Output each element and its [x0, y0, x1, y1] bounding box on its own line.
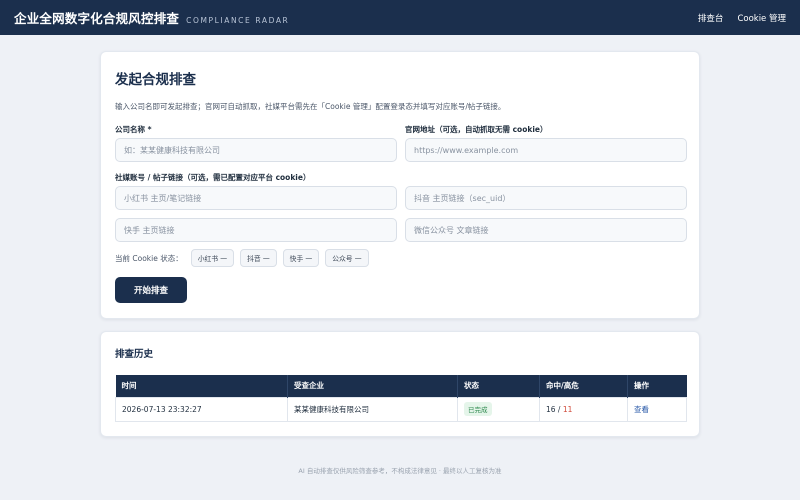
cookie-status-row: 当前 Cookie 状态： 小红书 一 抖音 一 快手 一 公众号 一 [115, 249, 369, 267]
wechat-article-input[interactable]: 微信公众号 文章链接 [405, 218, 687, 242]
row-status-cell: 已完成 [457, 396, 540, 422]
row-action-cell: 查看 [627, 396, 687, 422]
company-name-input[interactable]: 如：某某健康科技有限公司 [115, 138, 397, 162]
cookie-chip-kuaishou: 快手 一 [282, 249, 320, 267]
history-header-row: 时间 受查企业 状态 命中/高危 操作 [115, 375, 687, 397]
table-row: 2026-07-13 23:32:27 某某健康科技有限公司 已完成 16 / … [115, 396, 687, 422]
website-input[interactable]: https://www.example.com [405, 138, 687, 162]
audit-form-card: 发起合规排查 输入公司名即可发起排查；官网可自动抓取，社媒平台需先在「Cooki… [100, 51, 700, 319]
view-link[interactable]: 查看 [634, 405, 649, 414]
brand: 企业全网数字化合规风控排查 COMPLIANCE RADAR [14, 8, 289, 27]
website-label: 官网地址（可选，自动抓取无需 cookie） [405, 125, 548, 134]
footer-disclaimer: AI 自动排查仅供风险筛查参考，不构成法律意见 · 最终以人工复核为准 [298, 467, 502, 475]
app-subtitle: COMPLIANCE RADAR [186, 16, 290, 25]
top-nav-bar: 企业全网数字化合规风控排查 COMPLIANCE RADAR 排查台 Cooki… [0, 0, 800, 35]
douyin-link-input[interactable]: 抖音 主页链接（sec_uid） [405, 186, 687, 210]
column-header-company: 受查企业 [287, 375, 458, 397]
hit-separator: / [555, 404, 563, 414]
xiaohongshu-link-input[interactable]: 小红书 主页/笔记链接 [115, 186, 397, 210]
column-header-time: 时间 [115, 375, 288, 397]
column-header-status: 状态 [457, 375, 540, 397]
cookie-status-label: 当前 Cookie 状态： [115, 253, 183, 263]
column-header-action: 操作 [627, 375, 687, 397]
history-title: 排查历史 [115, 349, 154, 360]
start-audit-button[interactable]: 开始排查 [115, 277, 187, 303]
nav-link-dashboard[interactable]: 排查台 [698, 12, 724, 24]
cookie-chip-douyin: 抖音 一 [240, 249, 277, 267]
row-company: 某某健康科技有限公司 [287, 396, 458, 422]
status-badge: 已完成 [464, 402, 492, 416]
cookie-chip-xiaohongshu: 小红书 一 [190, 249, 235, 267]
company-name-label: 公司名称 * [115, 125, 152, 134]
form-title: 发起合规排查 [115, 72, 196, 88]
social-links-label: 社媒账号 / 帖子链接（可选，需已配置对应平台 cookie） [115, 173, 311, 182]
nav-link-cookie-management[interactable]: Cookie 管理 [737, 12, 786, 24]
app-title: 企业全网数字化合规风控排查 [14, 11, 180, 26]
row-hits-cell: 16 / 11 [539, 396, 628, 422]
row-time: 2026-07-13 23:32:27 [115, 396, 288, 422]
cookie-chip-wechat: 公众号 一 [325, 249, 369, 267]
nav-links: 排查台 Cookie 管理 [698, 12, 786, 24]
form-description: 输入公司名即可发起排查；官网可自动抓取，社媒平台需先在「Cookie 管理」配置… [115, 102, 506, 111]
high-risk-count: 11 [562, 404, 573, 414]
column-header-hits: 命中/高危 [539, 375, 628, 397]
kuaishou-link-input[interactable]: 快手 主页链接 [115, 218, 397, 242]
history-table: 时间 受查企业 状态 命中/高危 操作 2026-07-13 23:32:27 … [115, 375, 687, 422]
hit-count: 16 [546, 404, 556, 414]
history-card: 排查历史 时间 受查企业 状态 命中/高危 操作 2026-07-13 23:3… [100, 331, 700, 437]
